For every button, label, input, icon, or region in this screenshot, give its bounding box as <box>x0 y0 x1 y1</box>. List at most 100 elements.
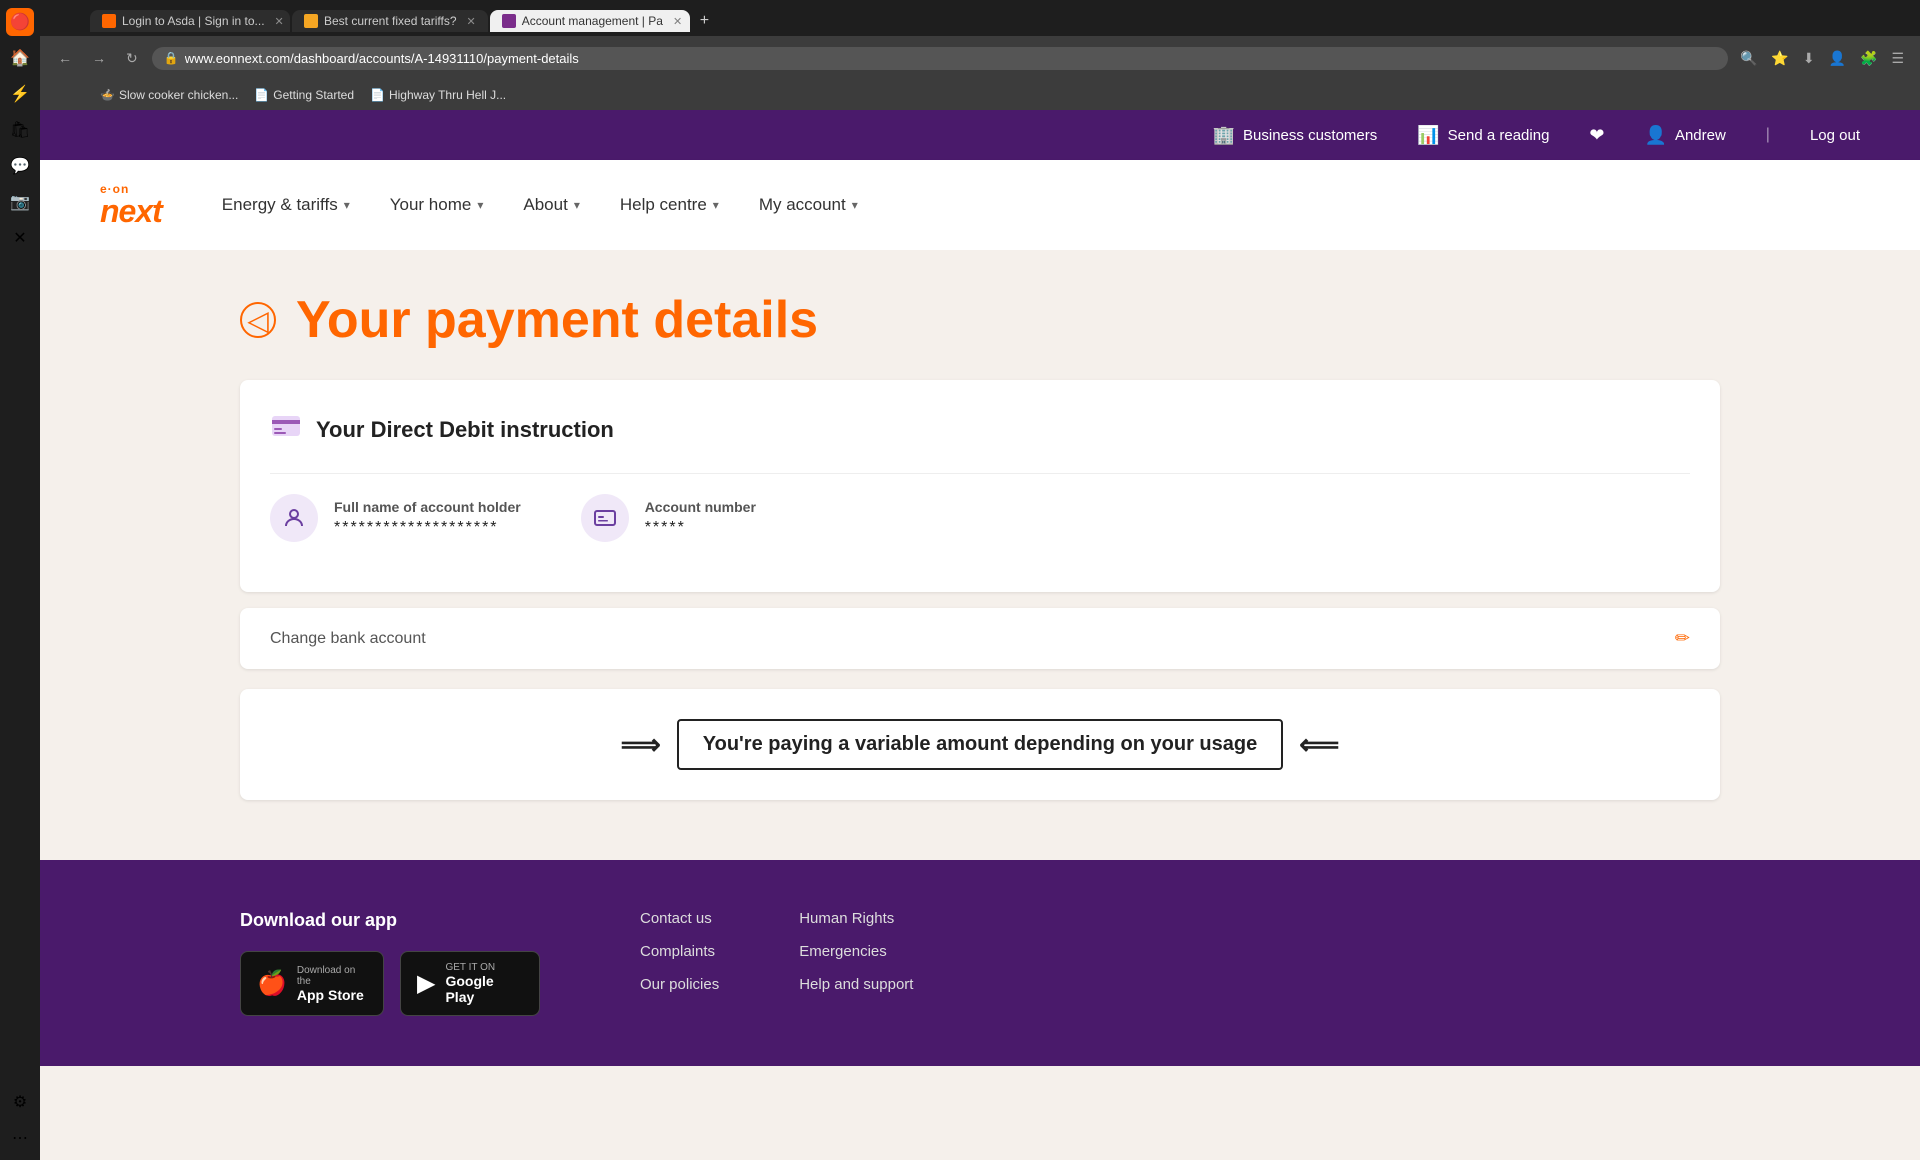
footer-inner: Download our app 🍎 Download on the App S… <box>240 910 1720 1016</box>
sidebar-home-icon[interactable]: 🏠 <box>6 44 34 72</box>
nav-actions: 🔍 ⭐ ⬇ 👤 🧩 ☰ <box>1736 46 1908 71</box>
account-number-icon <box>581 494 629 542</box>
sidebar-shop-icon[interactable]: 🛍 <box>6 116 34 144</box>
nav-help-label: Help centre <box>620 195 707 215</box>
business-label: Business customers <box>1243 127 1377 144</box>
footer-policies-link[interactable]: Our policies <box>640 976 719 993</box>
lock-icon: 🔒 <box>164 51 179 65</box>
tab-close-asda[interactable]: ✕ <box>275 15 284 28</box>
tab-close-tariffs[interactable]: ✕ <box>467 15 476 28</box>
footer-complaints-link[interactable]: Complaints <box>640 943 719 960</box>
andrew-label: Andrew <box>1675 127 1726 144</box>
account-number-field: Account number ***** <box>581 494 756 542</box>
arrow-right-icon: ⟸ <box>1299 728 1339 761</box>
bookmark-icon-2: 📄 <box>254 88 269 102</box>
google-play-badge[interactable]: ▶ GET IT ON Google Play <box>400 951 540 1016</box>
tab-favicon-account <box>502 14 516 28</box>
logo-area[interactable]: e·on next <box>100 183 162 227</box>
nav-about[interactable]: About ▾ <box>523 187 579 223</box>
bookmark-icon-3: 📄 <box>370 88 385 102</box>
browser-tabs: Login to Asda | Sign in to... ✕ Best cur… <box>40 0 1920 36</box>
account-number-text: Account number ***** <box>645 499 756 537</box>
sidebar-apps-icon[interactable]: ⚡ <box>6 80 34 108</box>
tab-favicon-tariffs <box>304 14 318 28</box>
app-store-sub: Download on the <box>297 965 367 987</box>
nav-profile-button[interactable]: 👤 <box>1825 46 1850 71</box>
bookmark-getting-started[interactable]: 📄 Getting Started <box>254 88 354 102</box>
google-play-name: Google Play <box>445 973 523 1005</box>
footer-help-support-link[interactable]: Help and support <box>799 976 913 993</box>
bookmark-label: Slow cooker chicken... <box>119 88 238 102</box>
sidebar-more-icon[interactable]: ⋯ <box>6 1124 34 1152</box>
arrow-left-icon: ⟹ <box>621 728 661 761</box>
logout-link[interactable]: Log out <box>1810 127 1860 144</box>
sidebar-instagram-icon[interactable]: 📷 <box>6 188 34 216</box>
nav-back-button[interactable]: ← <box>52 46 78 70</box>
bookmark-slow-cooker[interactable]: 🍲 Slow cooker chicken... <box>100 88 238 102</box>
nav-home-label: Your home <box>390 195 472 215</box>
footer-contact-link[interactable]: Contact us <box>640 910 719 927</box>
nav-download-button[interactable]: ⬇ <box>1799 46 1819 71</box>
business-customers-link[interactable]: 🏢 Business customers <box>1213 125 1378 146</box>
address-bar[interactable] <box>185 51 1716 66</box>
tab-close-account[interactable]: ✕ <box>673 15 682 28</box>
variable-text-box: You're paying a variable amount dependin… <box>677 719 1283 770</box>
edit-icon[interactable]: ✏ <box>1675 628 1690 649</box>
nav-energy-tariffs[interactable]: Energy & tariffs ▾ <box>222 187 350 223</box>
account-holder-value: ******************** <box>334 519 521 537</box>
footer-col-1: Contact us Complaints Our policies <box>640 910 719 1016</box>
account-holder-icon <box>270 494 318 542</box>
footer-col-2: Human Rights Emergencies Help and suppor… <box>799 910 913 1016</box>
heart-icon: ❤ <box>1589 125 1604 146</box>
nav-my-account[interactable]: My account ▾ <box>759 187 858 223</box>
tab-asda[interactable]: Login to Asda | Sign in to... ✕ <box>90 10 290 32</box>
app-store-text: Download on the App Store <box>297 965 367 1003</box>
footer-human-rights-link[interactable]: Human Rights <box>799 910 913 927</box>
page-content: ◁ Your payment details Your Direct Debit… <box>40 250 1920 860</box>
bookmark-highway[interactable]: 📄 Highway Thru Hell J... <box>370 88 506 102</box>
nav-extensions-button[interactable]: 🧩 <box>1856 46 1881 71</box>
account-icon: 👤 <box>1645 125 1667 146</box>
account-number-value: ***** <box>645 519 756 537</box>
nav-refresh-button[interactable]: ↻ <box>120 46 144 71</box>
variable-inner: ⟹ You're paying a variable amount depend… <box>621 719 1340 770</box>
footer-links: Contact us Complaints Our policies Human… <box>640 910 913 1016</box>
logo-next-text: next <box>100 195 162 227</box>
tab-tariffs[interactable]: Best current fixed tariffs? ✕ <box>292 10 488 32</box>
google-play-text: GET IT ON Google Play <box>445 962 523 1005</box>
heart-link[interactable]: ❤ <box>1589 125 1604 146</box>
account-holder-field: Full name of account holder ************… <box>270 494 521 542</box>
nav-bookmark-button[interactable]: ⭐ <box>1767 46 1792 71</box>
nav-forward-button[interactable]: → <box>86 46 112 70</box>
account-chevron-icon: ▾ <box>852 198 858 212</box>
nav-menu-button[interactable]: ☰ <box>1887 46 1908 71</box>
change-bank-account-row[interactable]: Change bank account ✏ <box>240 608 1720 669</box>
send-reading-link[interactable]: 📊 Send a reading <box>1417 125 1549 146</box>
logout-label: Log out <box>1810 127 1860 144</box>
sidebar-opera-icon[interactable]: 🔴 <box>6 8 34 36</box>
nav-about-label: About <box>523 195 567 215</box>
app-badges: 🍎 Download on the App Store ▶ GET IT ON … <box>240 951 540 1016</box>
andrew-link[interactable]: 👤 Andrew <box>1645 125 1726 146</box>
sidebar-x-icon[interactable]: ✕ <box>6 224 34 252</box>
direct-debit-icon <box>270 410 302 449</box>
browser-nav-bar: ← → ↻ 🔒 🔍 ⭐ ⬇ 👤 🧩 ☰ <box>40 36 1920 80</box>
sidebar-settings-icon[interactable]: ⚙ <box>6 1088 34 1116</box>
footer-emergencies-link[interactable]: Emergencies <box>799 943 913 960</box>
business-icon: 🏢 <box>1213 125 1235 146</box>
nav-energy-label: Energy & tariffs <box>222 195 338 215</box>
reading-icon: 📊 <box>1417 125 1439 146</box>
change-bank-text: Change bank account <box>270 630 426 648</box>
new-tab-button[interactable]: + <box>692 8 717 34</box>
sidebar-messenger-icon[interactable]: 💬 <box>6 152 34 180</box>
nav-help-centre[interactable]: Help centre ▾ <box>620 187 719 223</box>
nav-your-home[interactable]: Your home ▾ <box>390 187 484 223</box>
tab-account[interactable]: Account management | Pa ✕ <box>490 10 690 32</box>
back-button[interactable]: ◁ <box>240 302 276 338</box>
variable-amount-card: ⟹ You're paying a variable amount depend… <box>240 689 1720 800</box>
app-store-badge[interactable]: 🍎 Download on the App Store <box>240 951 384 1016</box>
nav-search-button[interactable]: 🔍 <box>1736 46 1761 71</box>
address-bar-container[interactable]: 🔒 <box>152 47 1728 70</box>
footer: Download our app 🍎 Download on the App S… <box>40 860 1920 1066</box>
tab-label-tariffs: Best current fixed tariffs? <box>324 14 457 28</box>
